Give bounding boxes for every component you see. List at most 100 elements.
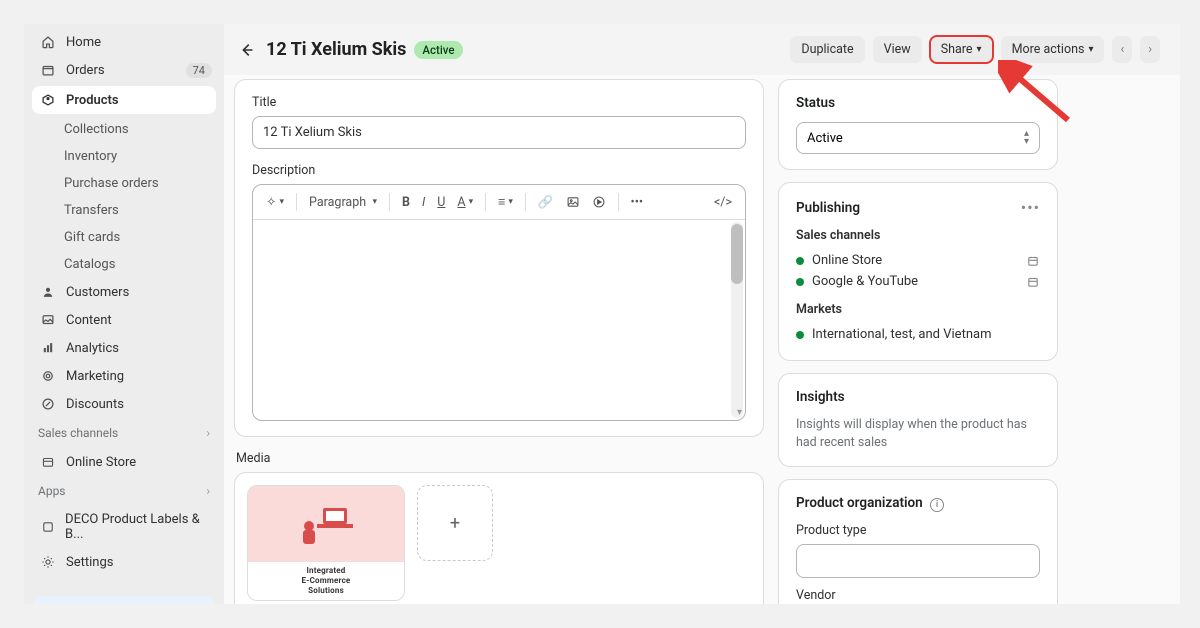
- chevron-down-icon: ▾: [977, 44, 982, 55]
- title-label: Title: [252, 95, 746, 110]
- next-button[interactable]: ›: [1140, 36, 1160, 63]
- product-type-label: Product type: [796, 523, 1040, 538]
- text-color-button[interactable]: A ▾: [452, 191, 478, 214]
- editor-toolbar: ✧ ▾ Paragraph ▾ B I U A ▾ ≡ ▾ 🔗: [253, 185, 745, 220]
- sidebar-item-online-store[interactable]: Online Store: [24, 448, 224, 476]
- publishing-card: Publishing ••• Sales channels Online Sto…: [778, 182, 1058, 361]
- back-button[interactable]: [236, 39, 258, 61]
- nav-label: Settings: [66, 555, 113, 570]
- description-editor: ✧ ▾ Paragraph ▾ B I U A ▾ ≡ ▾ 🔗: [252, 184, 746, 421]
- publishing-more-button[interactable]: •••: [1021, 198, 1040, 217]
- bold-button[interactable]: B: [397, 191, 415, 214]
- sidebar-item-purchase-orders[interactable]: Purchase orders: [24, 170, 224, 197]
- page-header: 12 Ti Xelium Skis Active Duplicate View …: [224, 24, 1180, 75]
- schedule-icon[interactable]: [1026, 275, 1040, 289]
- markets-value: International, test, and Vietnam: [812, 327, 991, 342]
- publishing-heading: Publishing: [796, 200, 860, 216]
- schedule-icon[interactable]: [1026, 254, 1040, 268]
- status-dot-icon: [796, 278, 804, 286]
- heading-label: Sales channels: [38, 426, 118, 440]
- nav-label: Content: [66, 313, 112, 328]
- content-icon: [40, 312, 56, 328]
- nav-label: Transfers: [64, 203, 119, 218]
- status-heading: Status: [796, 95, 1040, 111]
- channel-google-youtube[interactable]: Google & YouTube: [796, 271, 1040, 292]
- align-button[interactable]: ≡ ▾: [493, 191, 518, 214]
- vendor-label: Vendor: [796, 588, 1040, 603]
- markets-row[interactable]: International, test, and Vietnam: [796, 324, 1040, 345]
- sidebar-item-orders[interactable]: Orders 74: [24, 56, 224, 84]
- more-actions-button[interactable]: More actions ▾: [1001, 36, 1105, 63]
- sidebar-item-settings[interactable]: Settings: [24, 548, 224, 576]
- store-icon: [40, 454, 56, 470]
- channel-online-store[interactable]: Online Store: [796, 250, 1040, 271]
- sidebar-item-inventory[interactable]: Inventory: [24, 143, 224, 170]
- nav-label: DECO Product Labels & B...: [65, 512, 212, 542]
- duplicate-button[interactable]: Duplicate: [790, 36, 864, 63]
- format-menu[interactable]: ✧ ▾: [261, 190, 289, 214]
- chevron-right-icon: ›: [206, 426, 210, 440]
- media-label: Media: [234, 451, 764, 466]
- nav-label: Inventory: [64, 149, 117, 164]
- sidebar-item-discounts[interactable]: Discounts: [24, 390, 224, 418]
- sidebar-item-transfers[interactable]: Transfers: [24, 197, 224, 224]
- sidebar-item-analytics[interactable]: Analytics: [24, 334, 224, 362]
- sidebar-item-customers[interactable]: Customers: [24, 278, 224, 306]
- nav-label: Customers: [66, 285, 129, 300]
- media-section: Media Integrated E-Commerce Solutions +: [234, 451, 764, 604]
- apps-heading[interactable]: Apps ›: [24, 476, 224, 506]
- main-content: 12 Ti Xelium Skis Active Duplicate View …: [224, 24, 1180, 604]
- sidebar-item-gift-cards[interactable]: Gift cards: [24, 224, 224, 251]
- view-button[interactable]: View: [873, 36, 922, 63]
- sidebar-item-collections[interactable]: Collections: [24, 116, 224, 143]
- image-button[interactable]: [561, 191, 585, 213]
- nav-label: Orders: [66, 63, 105, 78]
- sidebar-item-products[interactable]: Products: [32, 86, 216, 114]
- scrollbar-thumb[interactable]: [731, 224, 743, 284]
- prev-button[interactable]: ‹: [1112, 36, 1132, 63]
- scroll-down-icon[interactable]: ▾: [737, 407, 742, 418]
- orders-icon: [40, 62, 56, 78]
- media-thumbnail[interactable]: Integrated E-Commerce Solutions: [247, 485, 405, 601]
- editor-body[interactable]: ▾: [253, 220, 745, 420]
- chevron-down-icon: ▾: [1088, 44, 1093, 55]
- thumb-illustration: [248, 486, 404, 562]
- paragraph-menu[interactable]: Paragraph ▾: [304, 191, 382, 214]
- nav-label: Home: [66, 35, 101, 50]
- nav-label: Products: [66, 93, 119, 108]
- insights-heading: Insights: [796, 389, 1040, 405]
- page-title: 12 Ti Xelium Skis: [266, 39, 406, 60]
- channel-label: Google & YouTube: [812, 274, 918, 289]
- status-dot-icon: [796, 331, 804, 339]
- sidebar-item-catalogs[interactable]: Catalogs: [24, 251, 224, 278]
- org-heading: Product organization i: [796, 495, 1040, 512]
- italic-button[interactable]: I: [417, 191, 430, 214]
- nav-label: Marketing: [66, 369, 124, 384]
- sidebar-item-marketing[interactable]: Marketing: [24, 362, 224, 390]
- discounts-icon: [40, 396, 56, 412]
- insights-body: Insights will display when the product h…: [796, 416, 1040, 451]
- heading-label: Apps: [38, 484, 66, 498]
- sidebar-item-content[interactable]: Content: [24, 306, 224, 334]
- markets-label: Markets: [796, 302, 1040, 317]
- html-button[interactable]: </>: [709, 191, 737, 214]
- add-media-button[interactable]: +: [417, 485, 493, 561]
- gear-icon: [40, 554, 56, 570]
- chevron-right-icon: ›: [206, 484, 210, 498]
- sales-channels-heading[interactable]: Sales channels ›: [24, 418, 224, 448]
- title-input[interactable]: [252, 116, 746, 149]
- share-button[interactable]: Share ▾: [930, 36, 993, 63]
- underline-button[interactable]: U: [432, 191, 450, 214]
- description-label: Description: [252, 163, 746, 178]
- more-formatting-button[interactable]: •••: [626, 191, 649, 214]
- info-icon[interactable]: i: [930, 498, 944, 512]
- marketing-icon: [40, 368, 56, 384]
- sidebar-item-home[interactable]: Home: [24, 28, 224, 56]
- link-button[interactable]: 🔗: [533, 191, 559, 214]
- product-type-input[interactable]: [796, 544, 1040, 578]
- nav-label: Gift cards: [64, 230, 120, 245]
- nav-label: Analytics: [66, 341, 119, 356]
- status-select[interactable]: Active ▴▾: [796, 122, 1040, 154]
- video-button[interactable]: [587, 191, 611, 213]
- sidebar-item-deco-app[interactable]: DECO Product Labels & B...: [24, 506, 224, 548]
